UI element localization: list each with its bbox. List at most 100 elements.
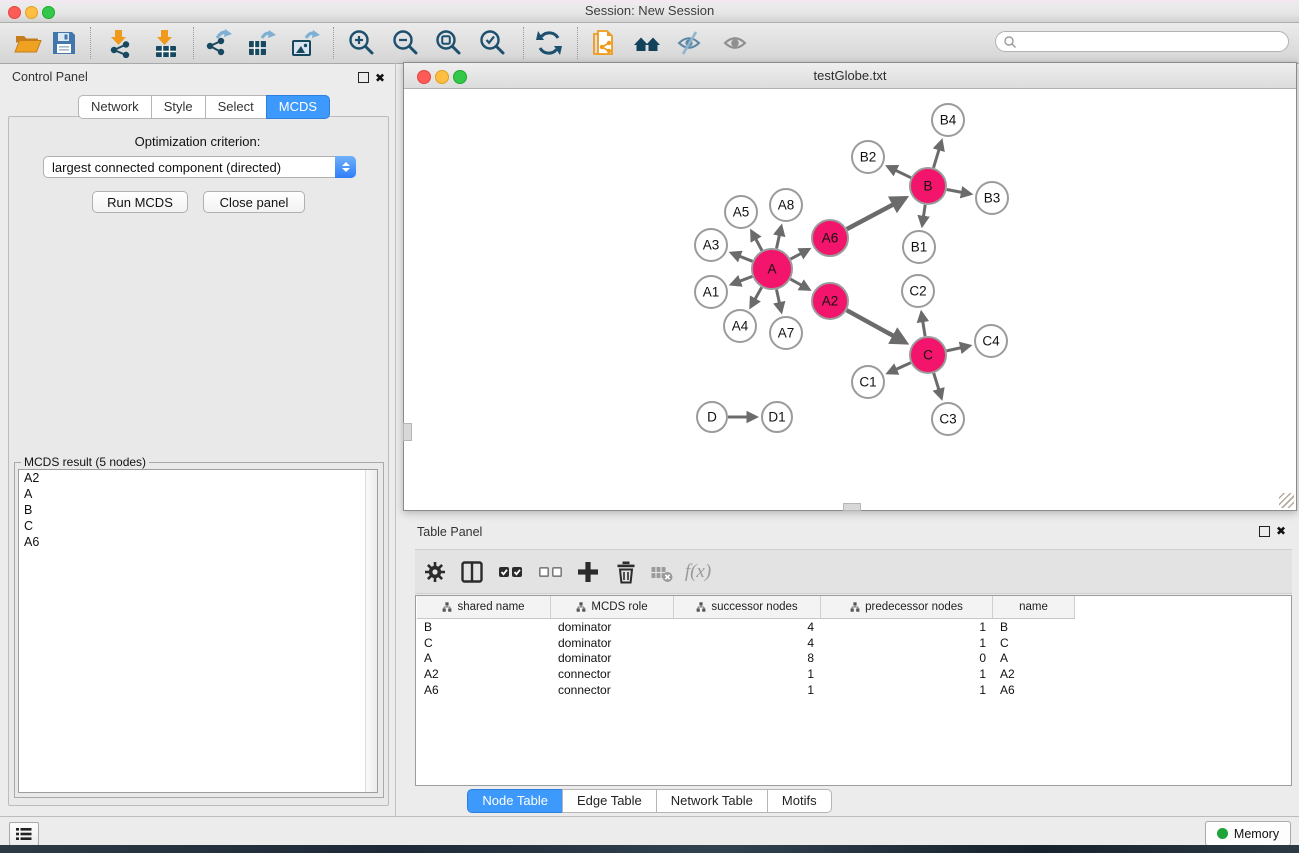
search-input[interactable]	[1017, 34, 1271, 50]
optimization-dropdown[interactable]: largest connected component (directed)	[43, 156, 356, 178]
cell-successor-nodes[interactable]: 1	[674, 683, 821, 697]
cell-name[interactable]: A	[993, 651, 1075, 665]
cell-predecessor-nodes[interactable]: 1	[821, 636, 993, 650]
edge-A-A5[interactable]	[752, 231, 763, 250]
edge-A-A4[interactable]	[751, 287, 762, 307]
deselect-all-columns-icon[interactable]	[536, 557, 566, 587]
cell-shared-name[interactable]: A6	[417, 683, 551, 697]
network-vertical-scrollbar[interactable]	[403, 423, 412, 441]
edge-C-C1[interactable]	[888, 363, 911, 373]
tab-network-table[interactable]: Network Table	[656, 789, 768, 813]
export-network-icon[interactable]	[202, 27, 234, 59]
table-row[interactable]: A6connector11A6	[417, 682, 1292, 698]
search-field[interactable]	[995, 31, 1289, 52]
mcds-result-item[interactable]: B	[19, 502, 377, 518]
edge-B-B4[interactable]	[934, 141, 942, 168]
edge-A-A7[interactable]	[777, 290, 782, 312]
panel-divider[interactable]	[395, 63, 396, 816]
cell-MCDS-role[interactable]: dominator	[551, 620, 674, 634]
open-session-icon[interactable]	[12, 27, 44, 59]
cell-MCDS-role[interactable]: dominator	[551, 651, 674, 665]
cell-predecessor-nodes[interactable]: 1	[821, 667, 993, 681]
import-network-icon[interactable]	[104, 27, 136, 59]
add-column-icon[interactable]	[573, 557, 603, 587]
cell-MCDS-role[interactable]: connector	[551, 683, 674, 697]
zoom-in-icon[interactable]	[345, 27, 377, 59]
edge-C-C2[interactable]	[921, 313, 925, 337]
cell-predecessor-nodes[interactable]: 1	[821, 683, 993, 697]
cell-predecessor-nodes[interactable]: 1	[821, 620, 993, 634]
hide-graphics-details-icon[interactable]	[674, 27, 706, 59]
tab-network[interactable]: Network	[78, 95, 152, 119]
edge-B-B2[interactable]	[888, 167, 911, 178]
cell-name[interactable]: B	[993, 620, 1075, 634]
tab-select[interactable]: Select	[205, 95, 267, 119]
tab-edge-table[interactable]: Edge Table	[562, 789, 657, 813]
cell-predecessor-nodes[interactable]: 0	[821, 651, 993, 665]
column-header-MCDS-role[interactable]: MCDS role	[551, 596, 674, 618]
run-mcds-button[interactable]: Run MCDS	[92, 191, 188, 213]
network-window[interactable]: testGlobe.txt AA1A3A5A8A4A7A6A2BB2B4B3B1…	[403, 62, 1297, 511]
edge-A-A2[interactable]	[790, 279, 809, 289]
table-row[interactable]: Adominator80A	[417, 651, 1292, 667]
node-table[interactable]: shared name MCDS role successor nodes pr…	[415, 595, 1292, 786]
control-panel-float-icon[interactable]	[358, 72, 369, 83]
cell-successor-nodes[interactable]: 1	[674, 667, 821, 681]
edge-A-A6[interactable]	[791, 249, 809, 259]
edge-A6-B[interactable]	[847, 198, 905, 229]
cell-shared-name[interactable]: A2	[417, 667, 551, 681]
edge-A2-C[interactable]	[847, 310, 906, 342]
mcds-result-item[interactable]: A	[19, 486, 377, 502]
edge-B-B3[interactable]	[947, 190, 971, 195]
column-header-shared-name[interactable]: shared name	[417, 596, 551, 618]
tab-node-table[interactable]: Node Table	[467, 789, 563, 813]
mcds-result-item[interactable]: C	[19, 518, 377, 534]
cell-shared-name[interactable]: C	[417, 636, 551, 650]
cell-MCDS-role[interactable]: dominator	[551, 636, 674, 650]
zoom-fit-icon[interactable]	[432, 27, 464, 59]
tab-mcds[interactable]: MCDS	[266, 95, 330, 119]
tab-style[interactable]: Style	[151, 95, 206, 119]
cell-name[interactable]: A2	[993, 667, 1075, 681]
delete-table-icon[interactable]	[647, 557, 677, 587]
table-panel-close-icon[interactable]: ✖	[1276, 525, 1286, 537]
show-graphics-details-icon[interactable]	[720, 27, 752, 59]
table-row[interactable]: Cdominator41C	[417, 635, 1292, 651]
cell-name[interactable]: A6	[993, 683, 1075, 697]
close-panel-button[interactable]: Close panel	[203, 191, 305, 213]
network-horizontal-scrollbar[interactable]	[843, 503, 861, 511]
mcds-result-item[interactable]: A2	[19, 470, 377, 486]
delete-column-icon[interactable]	[611, 557, 641, 587]
mcds-result-item[interactable]: A6	[19, 534, 377, 550]
table-row[interactable]: A2connector11A2	[417, 666, 1292, 682]
select-all-columns-icon[interactable]	[496, 557, 526, 587]
memory-button[interactable]: Memory	[1205, 821, 1291, 846]
table-row[interactable]: Bdominator41B	[417, 619, 1292, 635]
cell-successor-nodes[interactable]: 4	[674, 620, 821, 634]
cell-shared-name[interactable]: A	[417, 651, 551, 665]
save-session-icon[interactable]	[48, 27, 80, 59]
mcds-result-list[interactable]: A2ABCA6	[18, 469, 378, 793]
column-header-predecessor-nodes[interactable]: predecessor nodes	[821, 596, 993, 618]
new-network-from-selection-icon[interactable]	[588, 27, 620, 59]
column-header-name[interactable]: name	[993, 596, 1075, 618]
control-panel-close-icon[interactable]: ✖	[375, 72, 385, 84]
edge-B-B1[interactable]	[922, 205, 925, 226]
column-header-successor-nodes[interactable]: successor nodes	[674, 596, 821, 618]
zoom-out-icon[interactable]	[389, 27, 421, 59]
edge-C-C4[interactable]	[947, 346, 970, 351]
tab-motifs[interactable]: Motifs	[767, 789, 832, 813]
network-resize-grip[interactable]	[1279, 493, 1294, 508]
edge-A-A3[interactable]	[731, 253, 752, 261]
zoom-selected-icon[interactable]	[476, 27, 508, 59]
network-window-titlebar[interactable]: testGlobe.txt	[404, 63, 1296, 89]
cell-successor-nodes[interactable]: 4	[674, 636, 821, 650]
refresh-layout-icon[interactable]	[533, 27, 565, 59]
import-table-icon[interactable]	[150, 27, 182, 59]
cell-name[interactable]: C	[993, 636, 1075, 650]
function-builder-icon[interactable]: f(x)	[683, 557, 713, 587]
cell-successor-nodes[interactable]: 8	[674, 651, 821, 665]
network-graph-canvas[interactable]: AA1A3A5A8A4A7A6A2BB2B4B3B1CC2C4C1C3DD1	[404, 88, 1296, 510]
edge-A-A1[interactable]	[732, 276, 753, 284]
cell-MCDS-role[interactable]: connector	[551, 667, 674, 681]
